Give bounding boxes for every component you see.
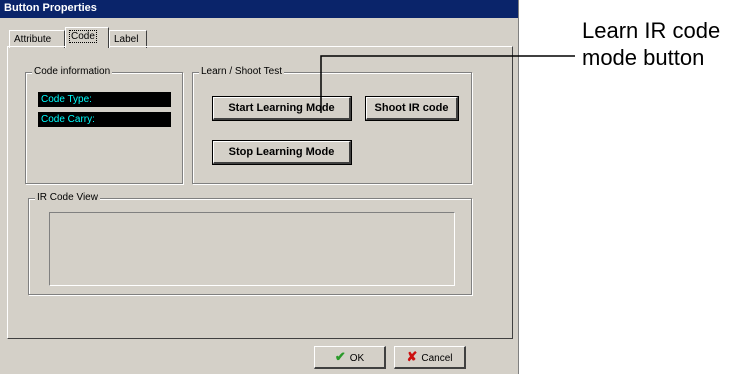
callout-text: Learn IR code mode button: [582, 18, 721, 70]
tab-code-label: Code: [69, 30, 97, 43]
tab-code[interactable]: Code: [65, 27, 109, 48]
